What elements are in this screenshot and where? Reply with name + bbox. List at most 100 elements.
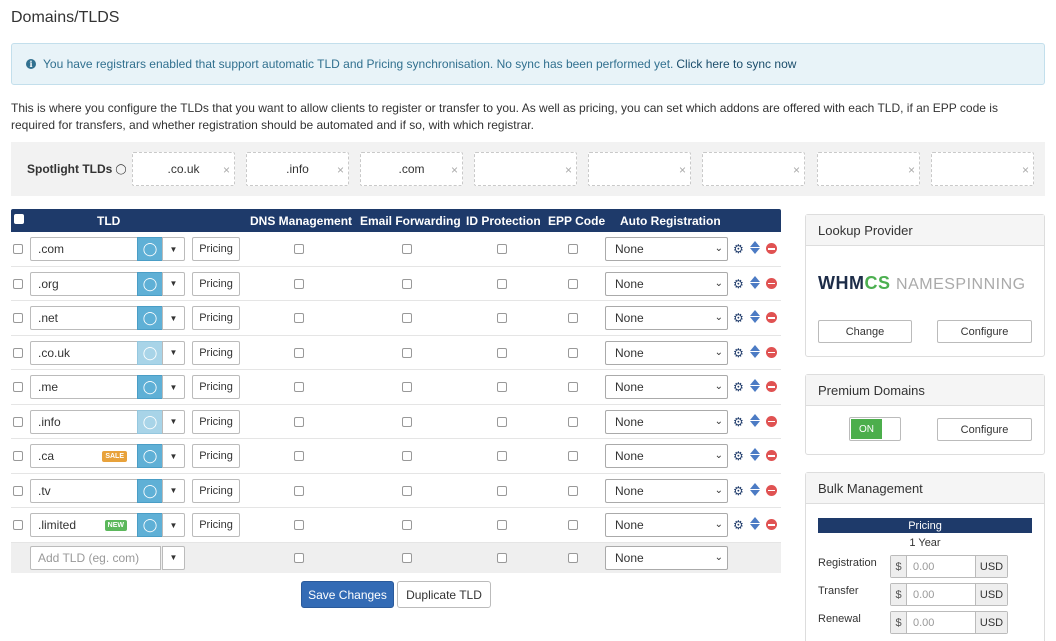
remove-slot-icon[interactable]: × bbox=[1022, 163, 1029, 177]
idp-checkbox[interactable] bbox=[497, 313, 507, 323]
dns-checkbox[interactable] bbox=[294, 244, 304, 254]
tld-input[interactable]: .co.uk bbox=[30, 340, 138, 365]
chevron-down-icon[interactable]: ▼ bbox=[162, 237, 185, 261]
email-checkbox[interactable] bbox=[402, 244, 412, 254]
epp-checkbox[interactable] bbox=[568, 382, 578, 392]
dns-checkbox[interactable] bbox=[294, 382, 304, 392]
row-select-checkbox[interactable] bbox=[13, 416, 23, 427]
auto-registration-select[interactable]: None ⌄ bbox=[605, 478, 728, 503]
sync-now-link[interactable]: Click here to sync now bbox=[676, 57, 796, 71]
pricing-button[interactable]: Pricing bbox=[192, 271, 240, 296]
idp-checkbox[interactable] bbox=[497, 451, 507, 461]
sort-icon[interactable] bbox=[750, 241, 760, 255]
remove-icon[interactable] bbox=[766, 450, 777, 461]
gear-icon[interactable]: ⚙ bbox=[733, 484, 744, 498]
remove-icon[interactable] bbox=[766, 381, 777, 392]
remove-slot-icon[interactable]: × bbox=[679, 163, 686, 177]
epp-checkbox[interactable] bbox=[568, 552, 578, 563]
sort-icon[interactable] bbox=[750, 275, 760, 290]
chevron-down-icon[interactable]: ▼ bbox=[162, 271, 185, 296]
sort-icon[interactable] bbox=[750, 310, 760, 324]
gear-icon[interactable]: ⚙ bbox=[733, 380, 744, 394]
row-select-checkbox[interactable] bbox=[13, 244, 23, 254]
row-select-checkbox[interactable] bbox=[13, 451, 23, 461]
bulk-price-input[interactable]: 0.00 bbox=[907, 612, 975, 633]
change-provider-button[interactable]: Change bbox=[818, 320, 912, 343]
email-checkbox[interactable] bbox=[402, 552, 412, 563]
auto-registration-select[interactable]: None ⌄ bbox=[605, 340, 728, 365]
auto-registration-select[interactable]: None ⌄ bbox=[605, 444, 728, 468]
pricing-button[interactable]: Pricing bbox=[192, 513, 240, 537]
duplicate-tld-button[interactable]: Duplicate TLD bbox=[397, 581, 491, 608]
dns-checkbox[interactable] bbox=[294, 520, 304, 530]
spotlight-slot[interactable]: × bbox=[588, 152, 691, 186]
tld-input[interactable]: .ca SALE bbox=[30, 444, 138, 468]
idp-checkbox[interactable] bbox=[497, 347, 507, 358]
remove-icon[interactable] bbox=[766, 519, 777, 530]
tld-input[interactable]: .me bbox=[30, 375, 138, 399]
spotlight-slot[interactable]: × bbox=[702, 152, 805, 186]
row-select-checkbox[interactable] bbox=[13, 520, 23, 530]
email-checkbox[interactable] bbox=[402, 278, 412, 289]
sort-icon[interactable] bbox=[750, 344, 760, 359]
chevron-down-icon[interactable]: ▼ bbox=[162, 478, 185, 503]
epp-checkbox[interactable] bbox=[568, 347, 578, 358]
auto-registration-select[interactable]: None ⌄ bbox=[605, 513, 728, 537]
pricing-button[interactable]: Pricing bbox=[192, 444, 240, 468]
remove-icon[interactable] bbox=[766, 415, 777, 427]
dns-checkbox[interactable] bbox=[294, 451, 304, 461]
idp-checkbox[interactable] bbox=[497, 552, 507, 563]
select-all-checkbox[interactable] bbox=[14, 214, 24, 224]
sort-icon[interactable] bbox=[750, 379, 760, 393]
sort-icon[interactable] bbox=[750, 413, 760, 428]
auto-registration-select[interactable]: None ⌄ bbox=[605, 237, 728, 261]
email-checkbox[interactable] bbox=[402, 313, 412, 323]
spotlight-toggle-icon[interactable]: ◯ bbox=[137, 513, 163, 537]
pricing-button[interactable]: Pricing bbox=[192, 237, 240, 261]
tld-input[interactable]: .org bbox=[30, 271, 138, 296]
auto-registration-select[interactable]: None ⌄ bbox=[605, 409, 728, 434]
remove-icon[interactable] bbox=[766, 277, 777, 289]
spotlight-toggle-icon[interactable]: ◯ bbox=[137, 409, 163, 434]
spotlight-toggle-icon[interactable]: ◯ bbox=[137, 478, 163, 503]
pricing-button[interactable]: Pricing bbox=[192, 340, 240, 365]
spotlight-toggle-icon[interactable]: ◯ bbox=[137, 271, 163, 296]
idp-checkbox[interactable] bbox=[497, 485, 507, 496]
remove-icon[interactable] bbox=[766, 243, 777, 254]
spotlight-slot[interactable]: × bbox=[931, 152, 1034, 186]
spotlight-toggle-icon[interactable]: ◯ bbox=[137, 340, 163, 365]
sort-icon[interactable] bbox=[750, 517, 760, 531]
pricing-button[interactable]: Pricing bbox=[192, 306, 240, 330]
remove-slot-icon[interactable]: × bbox=[451, 163, 458, 177]
epp-checkbox[interactable] bbox=[568, 520, 578, 530]
pricing-button[interactable]: Pricing bbox=[192, 478, 240, 503]
chevron-down-icon[interactable]: ▼ bbox=[162, 545, 185, 570]
row-select-checkbox[interactable] bbox=[13, 382, 23, 392]
email-checkbox[interactable] bbox=[402, 382, 412, 392]
remove-icon[interactable] bbox=[766, 312, 777, 323]
dns-checkbox[interactable] bbox=[294, 278, 304, 289]
configure-premium-button[interactable]: Configure bbox=[937, 418, 1032, 441]
remove-slot-icon[interactable]: × bbox=[223, 163, 230, 177]
remove-slot-icon[interactable]: × bbox=[337, 163, 344, 177]
configure-provider-button[interactable]: Configure bbox=[937, 320, 1032, 343]
spotlight-toggle-icon[interactable]: ◯ bbox=[137, 444, 163, 468]
gear-icon[interactable]: ⚙ bbox=[733, 415, 744, 429]
dns-checkbox[interactable] bbox=[294, 552, 304, 563]
spotlight-toggle-icon[interactable]: ◯ bbox=[137, 237, 163, 261]
gear-icon[interactable]: ⚙ bbox=[733, 518, 744, 532]
spotlight-toggle-icon[interactable]: ◯ bbox=[137, 375, 163, 399]
dns-checkbox[interactable] bbox=[294, 485, 304, 496]
epp-checkbox[interactable] bbox=[568, 244, 578, 254]
tld-input[interactable]: .tv bbox=[30, 478, 138, 503]
remove-icon[interactable] bbox=[766, 346, 777, 358]
remove-slot-icon[interactable]: × bbox=[793, 163, 800, 177]
save-changes-button[interactable]: Save Changes bbox=[301, 581, 394, 608]
tld-input[interactable]: .limited NEW bbox=[30, 513, 138, 537]
remove-slot-icon[interactable]: × bbox=[565, 163, 572, 177]
remove-icon[interactable] bbox=[766, 484, 777, 496]
auto-registration-select[interactable]: None ⌄ bbox=[605, 545, 728, 570]
row-select-checkbox[interactable] bbox=[13, 347, 23, 358]
auto-registration-select[interactable]: None ⌄ bbox=[605, 271, 728, 296]
chevron-down-icon[interactable]: ▼ bbox=[162, 409, 185, 434]
